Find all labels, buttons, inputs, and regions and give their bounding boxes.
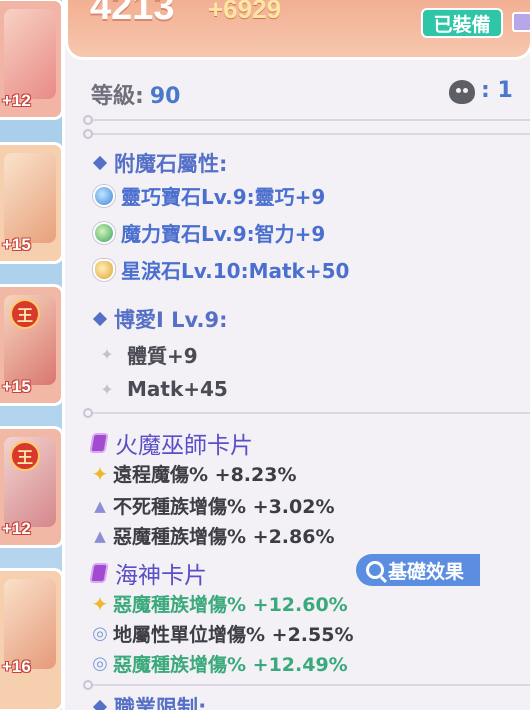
boots-icon [4,579,56,669]
int-gem-icon [93,221,115,244]
divider [83,115,530,125]
sparkle-icon: ✦ [100,379,114,399]
card-stat-row: ✦ 惡魔種族增傷% +12.60% [89,590,348,617]
level-value: 90 [149,84,181,109]
sparkle-icon: ✦ [100,345,114,364]
power-value: 4213 [90,0,175,28]
card-stat-text: 惡魔種族增傷% +12.49% [113,654,348,676]
refine-row: ✦ 體質+9 [93,340,198,369]
card-slot-icon [449,80,475,104]
enchant-text: 靈巧寶石Lv.9:靈巧+9 [121,185,326,209]
lock-toggle[interactable] [512,12,530,32]
enchant-row: 星淚石Lv.10:Matk+50 [93,255,349,284]
job-restriction-text: 職業限制: [114,696,207,710]
card-title-row: 火魔巫師卡片 [89,426,253,460]
slot-level: +15 [2,377,31,396]
basic-effect-label: 基礎效果 [388,560,465,583]
equipped-badge: 已裝備 [421,8,503,38]
king-badge-icon: 王 [10,441,40,471]
enchant-section-title: 附魔石屬性: [92,148,228,178]
card-icon [89,563,109,583]
slot-level: +15 [2,235,31,254]
slot-level: +16 [2,657,31,676]
card-stat-text: 惡魔種族增傷% +2.86% [113,526,335,548]
armor-icon [4,153,56,243]
wing-icon [4,9,56,99]
refine-section-title: 博愛I Lv.9: [92,304,228,334]
slot-level: +12 [2,91,31,110]
card-stat-row: ▲ 不死種族增傷% +3.02% [89,492,335,519]
card-stat-row: ▲ 惡魔種族增傷% +2.86% [89,522,335,549]
card-title-row: 海神卡片 [89,556,207,590]
equipment-slot-2[interactable]: +15 [0,142,64,264]
diamond-icon [92,155,108,171]
star-tear-stone-icon [93,258,115,281]
refine-text: 體質+9 [127,344,198,368]
refine-text: Matk+45 [127,377,228,401]
level-label: 等級: [91,84,144,109]
equipment-slot-1[interactable]: +12 [0,0,64,120]
power-banner: 4213 +6929 已裝備 [65,0,530,60]
star-icon: ✦ [91,591,109,616]
swirl-icon: ◎ [92,653,108,674]
item-detail-panel: 4213 +6929 已裝備 等級: 90 : 1 附魔石屬性: 靈巧寶石Lv.9… [62,0,530,710]
card-stat-text: 不死種族增傷% +3.02% [113,496,335,518]
card-slot-count: : 1 [481,78,513,103]
card-stat-text: 地屬性單位增傷% +2.55% [113,624,354,646]
card-stat-row: ◎ 地屬性單位增傷% +2.55% [89,620,354,647]
divider [83,408,530,418]
card-stat-row: ◎ 惡魔種族增傷% +12.49% [89,650,348,677]
card-title: 海神卡片 [115,563,207,589]
slot-level: +12 [2,519,31,538]
triangle-icon: ▲ [94,526,106,545]
triangle-icon: ▲ [94,496,106,515]
enchant-text: 星淚石Lv.10:Matk+50 [121,259,350,283]
diamond-icon [92,311,108,327]
card-title: 火魔巫師卡片 [115,433,253,459]
enchant-row: 魔力寶石Lv.9:智力+9 [93,218,325,247]
refine-row: ✦ Matk+45 [93,377,228,401]
power-bonus: +6929 [208,0,282,24]
divider [83,680,530,690]
refine-title-text: 博愛I Lv.9: [114,308,228,332]
equipment-slot-5[interactable]: +16 [0,568,64,710]
dex-gem-icon [93,184,115,207]
enchant-text: 魔力寶石Lv.9:智力+9 [121,222,326,246]
swirl-icon: ◎ [92,623,108,644]
card-stat-text: 惡魔種族增傷% +12.60% [113,594,348,616]
enchant-title-text: 附魔石屬性: [114,152,228,176]
divider [83,129,530,139]
diamond-icon [92,699,108,710]
card-stat-row: ✦ 遠程魔傷% +8.23% [89,460,297,487]
basic-effect-button[interactable]: 基礎效果 [356,554,480,586]
equipment-slot-4[interactable]: 王 +12 [0,426,64,548]
enchant-row: 靈巧寶石Lv.9:靈巧+9 [93,181,325,210]
card-icon [89,433,109,453]
equipment-slot-list: +12 +15 王 +15 王 +12 +16 [0,0,64,710]
king-badge-icon: 王 [10,299,40,329]
search-icon [366,561,384,579]
equipment-slot-3[interactable]: 王 +15 [0,284,64,406]
job-restriction-title: 職業限制: [92,692,207,710]
star-icon: ✦ [91,461,109,486]
level-row: 等級: 90 [91,78,180,110]
card-stat-text: 遠程魔傷% +8.23% [113,464,297,486]
